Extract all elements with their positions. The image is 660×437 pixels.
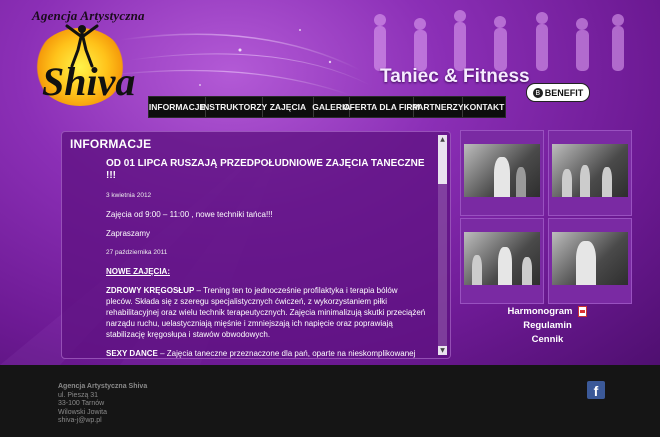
nav-item-informacje[interactable]: INFORMACJE	[149, 97, 206, 117]
footer-email[interactable]: shiva-j@wp.pl	[58, 417, 147, 426]
cennik-link[interactable]: Cennik	[490, 333, 605, 347]
benefit-logo-icon: B	[532, 87, 543, 98]
nav-item-zajecia[interactable]: ZAJĘCIA	[263, 97, 314, 117]
scroll-down-arrow-icon[interactable]: ▼	[438, 346, 447, 355]
gallery-photo[interactable]	[548, 130, 632, 216]
scroll-up-arrow-icon[interactable]: ▲	[438, 135, 447, 144]
class-description-zdrowy-kregoslup: ZDROWY KRĘGOSŁUP – Trening ten to jednoc…	[106, 285, 426, 340]
logo-agency-text: Agencja Artystyczna	[32, 8, 145, 23]
main-navigation: INFORMACJE INSTRUKTORZY ZAJĘCIA GALERIA …	[148, 96, 506, 118]
footer-address: Agencja Artystyczna Shiva ul. Pieszą 31 …	[58, 383, 147, 426]
harmonogram-label: Harmonogram	[507, 306, 573, 317]
nav-item-instruktorzy[interactable]: INSTRUKTORZY	[201, 97, 267, 117]
section-title: NOWE ZAJĘCIA:	[106, 267, 170, 276]
content-scrollbar[interactable]: ▲ ▼	[438, 135, 447, 355]
post-title: OD 01 LIPCA RUSZAJĄ PRZEDPOŁUDNIOWE ZAJĘ…	[106, 158, 425, 181]
panel-heading: INFORMACJE	[70, 137, 152, 151]
brand-tagline: Taniec & Fitness	[380, 66, 530, 87]
post-date-2: 27 października 2011	[106, 249, 168, 256]
post-date: 3 kwietnia 2012	[106, 192, 152, 199]
harmonogram-link[interactable]: Harmonogram	[490, 305, 605, 319]
footer-place: Wilowski Jowita	[58, 408, 108, 416]
gallery-photo[interactable]	[460, 218, 544, 304]
gallery-photo[interactable]	[548, 218, 632, 304]
facebook-icon[interactable]: f	[587, 381, 605, 399]
scroll-track[interactable]	[438, 144, 447, 346]
footer-street: ul. Pieszą 31	[58, 391, 99, 399]
page: Agencja Artystyczna Shiva Taniec & Fitne…	[0, 0, 660, 437]
gallery-photo[interactable]	[460, 130, 544, 216]
benefit-logo-text: BENEFIT	[544, 87, 584, 98]
footer-company: Agencja Artystyczna Shiva	[58, 383, 148, 390]
dancers-silhouette-graphic	[374, 10, 624, 71]
side-links: Harmonogram Regulamin Cennik	[490, 305, 605, 347]
news-panel: INFORMACJE OD 01 LIPCA RUSZAJĄ PRZEDPOŁU…	[61, 131, 451, 359]
post-body: Zajęcia od 9:00 – 11:00 , nowe techniki …	[106, 210, 273, 219]
regulamin-link[interactable]: Regulamin	[490, 319, 605, 333]
footer-postal: 33-100 Tarnów	[58, 400, 105, 407]
nav-item-partnerzy[interactable]: PARTNERZY	[412, 97, 464, 117]
pdf-icon[interactable]	[578, 305, 588, 317]
news-content[interactable]: OD 01 LIPCA RUSZAJĄ PRZEDPOŁUDNIOWE ZAJĘ…	[106, 158, 426, 358]
scroll-thumb[interactable]	[438, 144, 447, 184]
photo-gallery	[460, 130, 632, 304]
class-title-zdrowy-kregoslup: ZDROWY KRĘGOSŁUP	[106, 286, 195, 295]
nav-item-kontakt[interactable]: KONTAKT	[463, 97, 505, 117]
footer: Agencja Artystyczna Shiva ul. Pieszą 31 …	[0, 365, 660, 437]
class-title-sexy-dance: SEXY DANCE	[106, 349, 158, 358]
logo-name-text: Shiva	[42, 59, 136, 104]
nav-item-oferta-dla-firm[interactable]: OFERTA DLA FIRM	[343, 97, 420, 117]
class-description-sexy-dance: SEXY DANCE – Zajęcia taneczne przeznaczo…	[106, 348, 426, 358]
shiva-logo[interactable]: Agencja Artystyczna Shiva	[14, 8, 145, 113]
benefit-systems-logo[interactable]: B BENEFIT	[526, 83, 590, 102]
post-closing: Zapraszamy	[106, 229, 151, 238]
